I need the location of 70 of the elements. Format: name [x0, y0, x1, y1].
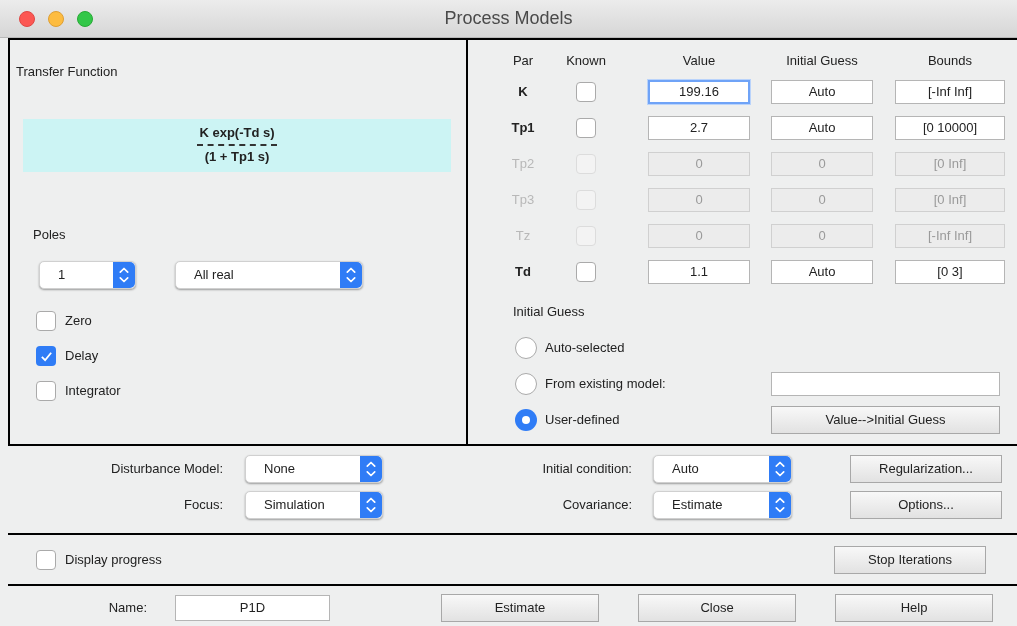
field-label: Name:: [107, 599, 147, 618]
dropdown[interactable]: Estimate: [653, 491, 792, 519]
formula-denominator: (1 + Tp1 s): [204, 149, 270, 165]
formula-numerator: K exp(-Td s): [197, 125, 277, 146]
value-field[interactable]: 1.1: [648, 260, 750, 284]
initial-guess-field[interactable]: Auto: [771, 260, 873, 284]
checkmark-icon: [39, 349, 53, 363]
dropdown[interactable]: 1: [39, 261, 136, 289]
stepper-icon[interactable]: [769, 492, 791, 518]
field-label: Covariance:: [561, 496, 632, 515]
dropdown[interactable]: None: [245, 455, 383, 483]
column-header: Initial Guess: [785, 52, 859, 71]
checkbox[interactable]: [576, 262, 596, 282]
parameter-name: K: [517, 83, 529, 102]
checkbox[interactable]: [576, 82, 596, 102]
section-label: Initial Guess: [513, 303, 586, 321]
push-button[interactable]: Stop Iterations: [834, 545, 986, 574]
stepper-icon[interactable]: [769, 456, 791, 482]
checkbox[interactable]: [36, 381, 56, 401]
column-header: Bounds: [926, 52, 974, 71]
dropdown[interactable]: Auto: [653, 455, 792, 483]
initial-guess-field[interactable]: Auto: [771, 80, 873, 104]
minimize-icon[interactable]: [48, 10, 64, 27]
bounds-field[interactable]: [0 10000]: [895, 116, 1005, 140]
radio-label: From existing model:: [545, 374, 667, 393]
section-label: Transfer Function: [16, 63, 119, 81]
push-button[interactable]: Options...: [850, 491, 1002, 519]
column-header: Value: [681, 52, 717, 71]
push-button[interactable]: Close: [638, 594, 796, 622]
column-header: Par: [511, 52, 535, 71]
bounds-field[interactable]: [-Inf Inf]: [895, 80, 1005, 104]
checkbox-label: Delay: [65, 347, 99, 366]
parameter-name: Tp1: [510, 119, 536, 138]
push-button[interactable]: Regularization...: [850, 455, 1002, 483]
radio-button[interactable]: [515, 408, 537, 431]
push-button[interactable]: Value-->Initial Guess: [771, 405, 1000, 434]
checkbox[interactable]: [576, 118, 596, 138]
field-label: Focus:: [183, 496, 223, 515]
zoom-icon[interactable]: [77, 10, 93, 27]
checkbox[interactable]: [36, 549, 56, 570]
stepper-icon[interactable]: [113, 262, 135, 288]
push-button[interactable]: Estimate: [441, 594, 599, 622]
checkbox[interactable]: [36, 311, 56, 331]
radio-label: Auto-selected: [545, 338, 626, 357]
radio-button[interactable]: [515, 336, 537, 359]
dropdown[interactable]: Simulation: [245, 491, 383, 519]
parameter-name: Td: [514, 263, 532, 282]
stepper-icon[interactable]: [360, 492, 382, 518]
close-icon[interactable]: [19, 10, 35, 27]
initial-guess-field[interactable]: Auto: [771, 116, 873, 140]
checkbox-label: Display progress: [65, 550, 163, 569]
stepper-icon[interactable]: [360, 456, 382, 482]
checkbox[interactable]: [36, 346, 56, 366]
model-name-field[interactable]: [771, 371, 1000, 396]
column-header: Known: [565, 52, 607, 71]
checkbox-label: Zero: [65, 312, 92, 331]
radio-label: User-defined: [545, 410, 621, 429]
section-label: Poles: [33, 225, 67, 244]
field-label: Disturbance Model:: [110, 460, 223, 479]
checkbox-label: Integrator: [65, 382, 121, 401]
field-label: Initial condition:: [541, 460, 632, 479]
value-field[interactable]: 2.7: [648, 116, 750, 140]
window-title: Process Models: [444, 7, 573, 30]
push-button[interactable]: Help: [835, 594, 993, 622]
stepper-icon[interactable]: [340, 262, 362, 288]
bounds-field[interactable]: [0 3]: [895, 260, 1005, 284]
radio-button[interactable]: [515, 372, 537, 395]
name-field[interactable]: P1D: [175, 595, 330, 621]
value-field[interactable]: 199.16: [648, 80, 750, 104]
dropdown[interactable]: All real: [175, 261, 363, 289]
